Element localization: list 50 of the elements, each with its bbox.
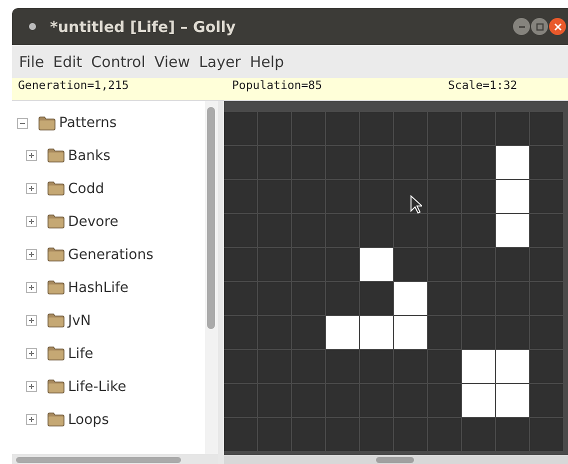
horizontal-scrollbar[interactable] bbox=[12, 454, 218, 464]
folder-icon bbox=[47, 412, 65, 427]
window-title: *untitled [Life] – Golly bbox=[50, 18, 236, 36]
vertical-scrollbar[interactable] bbox=[205, 101, 218, 454]
folder-icon bbox=[47, 280, 65, 295]
app-icon bbox=[29, 23, 36, 30]
minimize-button[interactable] bbox=[513, 18, 530, 35]
tree-item[interactable]: Life bbox=[68, 346, 94, 362]
generation-count: Generation=1,215 bbox=[18, 78, 130, 92]
tree-item[interactable]: Banks bbox=[68, 148, 110, 164]
expand-icon[interactable] bbox=[26, 348, 37, 359]
expand-icon[interactable] bbox=[26, 282, 37, 293]
folder-icon bbox=[47, 313, 65, 328]
folder-icon bbox=[47, 214, 65, 229]
tree-item[interactable]: Generations bbox=[68, 246, 154, 262]
expand-icon[interactable] bbox=[26, 381, 37, 392]
expand-icon[interactable] bbox=[26, 315, 37, 326]
tree-item[interactable]: JvN bbox=[68, 312, 91, 328]
tree-item[interactable]: Patterns bbox=[59, 115, 117, 131]
scale-label: Scale=1:32 bbox=[448, 78, 518, 92]
close-button[interactable] bbox=[549, 18, 566, 35]
expand-icon[interactable] bbox=[26, 150, 37, 161]
folder-icon bbox=[47, 379, 65, 394]
cell-grid[interactable] bbox=[224, 101, 568, 455]
folder-icon bbox=[38, 116, 56, 130]
close-icon bbox=[554, 22, 562, 30]
tree-item[interactable]: Loops bbox=[68, 412, 109, 428]
menu-item[interactable]: Control bbox=[91, 52, 152, 70]
expand-icon[interactable] bbox=[26, 249, 37, 260]
expand-icon[interactable] bbox=[26, 216, 37, 227]
folder-icon bbox=[47, 148, 65, 163]
maximize-icon bbox=[536, 22, 544, 30]
menu-item[interactable]: Edit bbox=[53, 52, 90, 70]
tree-item[interactable]: Life-Like bbox=[68, 378, 126, 394]
tree-item[interactable]: Devore bbox=[68, 214, 118, 230]
menu-item[interactable]: File bbox=[19, 52, 52, 70]
menu-item[interactable]: View bbox=[154, 52, 198, 70]
mouse-pointer-icon bbox=[410, 195, 422, 214]
expand-icon[interactable] bbox=[26, 414, 37, 425]
expand-icon[interactable] bbox=[26, 183, 37, 194]
splitter-handle[interactable] bbox=[218, 101, 224, 464]
menu-item[interactable]: Layer bbox=[199, 52, 248, 70]
population-count: Population=85 bbox=[232, 78, 324, 92]
tree-item[interactable]: HashLife bbox=[68, 280, 129, 296]
collapse-icon[interactable] bbox=[17, 118, 28, 128]
menu-item[interactable]: Help bbox=[250, 52, 292, 70]
folder-icon bbox=[47, 181, 65, 196]
folder-icon bbox=[47, 247, 65, 262]
tree-item[interactable]: Codd bbox=[68, 180, 104, 196]
folder-icon bbox=[47, 346, 65, 361]
